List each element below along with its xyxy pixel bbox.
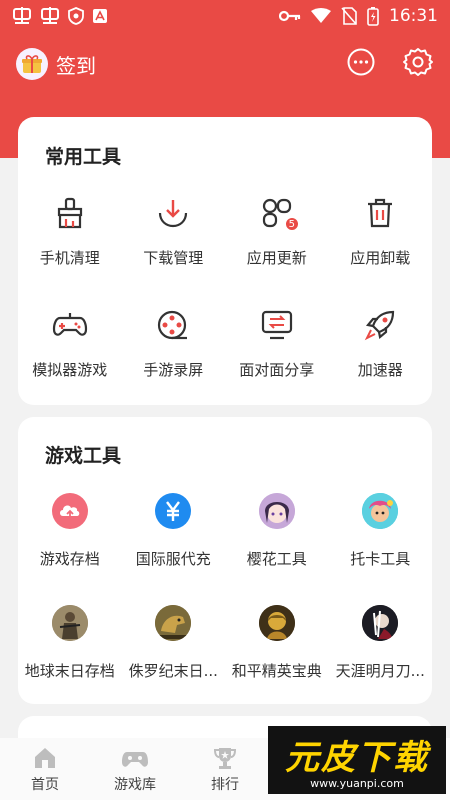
tool-app-update[interactable]: 5 应用更新 (225, 179, 329, 291)
top-header: 签到 (0, 40, 450, 88)
tool-app-uninstall[interactable]: 应用卸载 (329, 179, 433, 291)
shield-icon (68, 7, 84, 25)
common-tools-grid: 手机清理 下载管理 5 应用更新 应用卸载 模拟器游戏 手游录屏 面对面分享 加… (18, 179, 432, 403)
tool-label: 侏罗纪末日... (128, 662, 218, 680)
toca-avatar-icon (362, 493, 399, 529)
home-icon (32, 746, 58, 770)
trophy-icon (212, 746, 238, 770)
transfer-icon (257, 305, 297, 345)
tianya-avatar-icon (362, 605, 399, 641)
game-tools-title: 游戏工具 (45, 445, 122, 467)
common-tools-title: 常用工具 (45, 146, 122, 168)
tool-phone-cleanup[interactable]: 手机清理 (18, 179, 122, 291)
app-notification-icon (40, 7, 60, 25)
tool-label: 应用卸载 (350, 249, 411, 267)
game-tool-toca[interactable]: 托卡工具 (329, 479, 433, 591)
app-update-icon: 5 (257, 193, 299, 233)
game-tools-card: 游戏工具 游戏存档 国际服代充 樱花工具 托卡工具 地球末日存档 侏罗纪末日..… (18, 417, 432, 704)
nav-label: 排行 (211, 777, 239, 793)
game-tool-sakura[interactable]: 樱花工具 (225, 479, 329, 591)
nav-game-library[interactable]: 游戏库 (90, 738, 180, 800)
tool-label: 樱花工具 (246, 550, 307, 568)
tool-emulator-games[interactable]: 模拟器游戏 (18, 291, 122, 403)
tool-label: 天涯明月刀... (335, 662, 425, 680)
download-icon (153, 193, 193, 233)
watermark-title: 元皮下载 (285, 738, 429, 778)
update-count-badge: 5 (284, 217, 299, 231)
nav-label: 首页 (31, 777, 59, 793)
nav-home[interactable]: 首页 (0, 738, 90, 800)
tool-label: 加速器 (357, 361, 403, 379)
game-library-icon (121, 746, 149, 770)
app-store-icon (92, 8, 108, 24)
message-icon[interactable] (346, 47, 376, 81)
peace-elite-avatar-icon (258, 605, 295, 641)
broom-icon (50, 193, 90, 233)
tool-label: 下载管理 (143, 249, 204, 267)
no-sim-icon (341, 7, 357, 25)
tool-face-to-face-share[interactable]: 面对面分享 (225, 291, 329, 403)
status-bar: 16:31 (0, 0, 450, 32)
game-tool-save-archive[interactable]: 游戏存档 (18, 479, 122, 591)
tool-label: 国际服代充 (135, 550, 211, 568)
settings-gear-icon[interactable] (402, 46, 434, 82)
rocket-icon (360, 305, 400, 345)
soldier-avatar-icon (51, 605, 88, 641)
tool-label: 应用更新 (246, 249, 307, 267)
tool-accelerator[interactable]: 加速器 (329, 291, 433, 403)
key-icon (279, 10, 301, 22)
site-watermark: 元皮下载 www.yuanpi.com (268, 726, 446, 794)
game-tool-peace-elite[interactable]: 和平精英宝典 (225, 591, 329, 703)
game-tool-intl-recharge[interactable]: 国际服代充 (122, 479, 226, 591)
tool-download-manager[interactable]: 下载管理 (122, 179, 226, 291)
tool-label: 手机清理 (39, 249, 100, 267)
gift-icon (16, 48, 48, 80)
tool-label: 手游录屏 (143, 361, 204, 379)
tool-label: 地球末日存档 (24, 662, 115, 680)
common-tools-card: 常用工具 手机清理 下载管理 5 应用更新 应用卸载 模拟器游戏 手游录屏 面对… (18, 117, 432, 405)
clock: 16:31 (389, 6, 438, 26)
gamepad-icon (50, 305, 90, 345)
app-notification-icon (12, 7, 32, 25)
wifi-icon (311, 8, 331, 24)
battery-charging-icon (367, 6, 379, 26)
cloud-upload-icon (51, 493, 88, 529)
tool-label: 面对面分享 (239, 361, 315, 379)
anime-avatar-icon (258, 493, 295, 529)
game-tools-grid: 游戏存档 国际服代充 樱花工具 托卡工具 地球末日存档 侏罗纪末日... 和平精… (18, 479, 432, 703)
checkin-button[interactable]: 签到 (16, 48, 96, 80)
tool-label: 模拟器游戏 (32, 361, 108, 379)
yen-icon (155, 493, 192, 529)
nav-ranking[interactable]: 排行 (180, 738, 270, 800)
tool-label: 和平精英宝典 (231, 662, 322, 680)
watermark-url: www.yuanpi.com (310, 777, 404, 790)
tool-label: 游戏存档 (39, 550, 100, 568)
dino-avatar-icon (155, 605, 192, 641)
tool-screen-recording[interactable]: 手游录屏 (122, 291, 226, 403)
checkin-label: 签到 (56, 53, 96, 78)
tool-label: 托卡工具 (350, 550, 411, 568)
game-tool-earth-doomsday[interactable]: 地球末日存档 (18, 591, 122, 703)
game-tool-tianya[interactable]: 天涯明月刀... (329, 591, 433, 703)
film-reel-icon (153, 305, 193, 345)
game-tool-jurassic[interactable]: 侏罗纪末日... (122, 591, 226, 703)
nav-label: 游戏库 (114, 777, 156, 793)
trash-icon (360, 193, 400, 233)
